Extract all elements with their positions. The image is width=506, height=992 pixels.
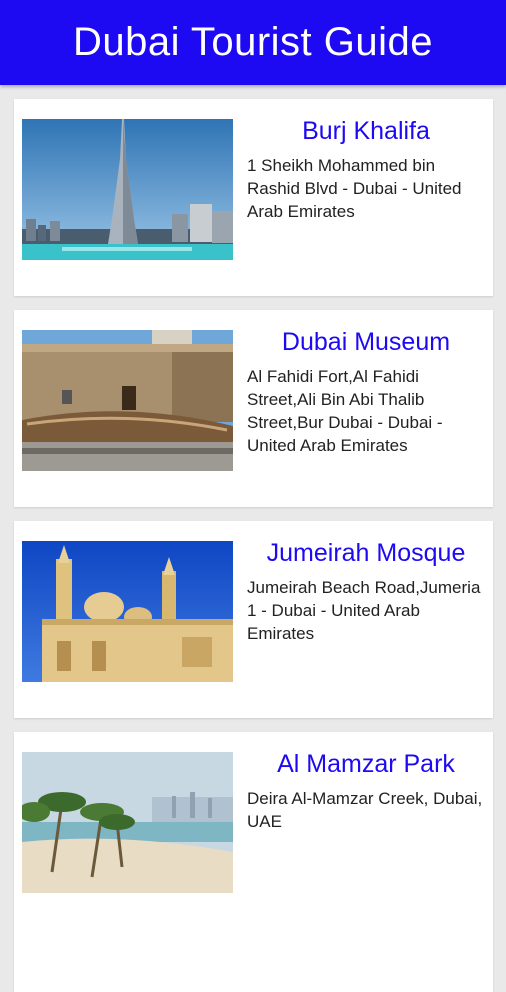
- place-address: 1 Sheikh Mohammed bin Rashid Blvd - Duba…: [247, 156, 462, 221]
- place-card-jumeirah-mosque[interactable]: Jumeirah Mosque Jumeirah Beach Road,Jume…: [14, 521, 493, 718]
- jumeirah-mosque-photo[interactable]: [22, 541, 233, 682]
- place-address: Deira Al-Mamzar Creek, Dubai, UAE: [247, 789, 483, 831]
- dubai-museum-photo[interactable]: [22, 330, 233, 471]
- burj-khalifa-photo[interactable]: [22, 119, 233, 260]
- al-mamzar-park-photo[interactable]: [22, 752, 233, 893]
- app-title: Dubai Tourist Guide: [72, 20, 434, 64]
- place-card-dubai-museum[interactable]: Dubai Museum Al Fahidi Fort,Al Fahidi St…: [14, 310, 493, 507]
- place-address: Jumeirah Beach Road,Jumeria 1 - Dubai - …: [247, 578, 481, 643]
- place-card-al-mamzar-park[interactable]: Al Mamzar Park Deira Al-Mamzar Creek, Du…: [14, 732, 493, 992]
- place-address: Al Fahidi Fort,Al Fahidi Street,Ali Bin …: [247, 367, 443, 455]
- place-title: Dubai Museum: [281, 328, 451, 356]
- place-title: Burj Khalifa: [302, 117, 430, 145]
- place-title: Jumeirah Mosque: [266, 539, 466, 567]
- place-title: Al Mamzar Park: [277, 750, 455, 778]
- place-card-burj-khalifa[interactable]: Burj Khalifa 1 Sheikh Mohammed bin Rashi…: [14, 99, 493, 296]
- app-header: Dubai Tourist Guide: [0, 0, 506, 85]
